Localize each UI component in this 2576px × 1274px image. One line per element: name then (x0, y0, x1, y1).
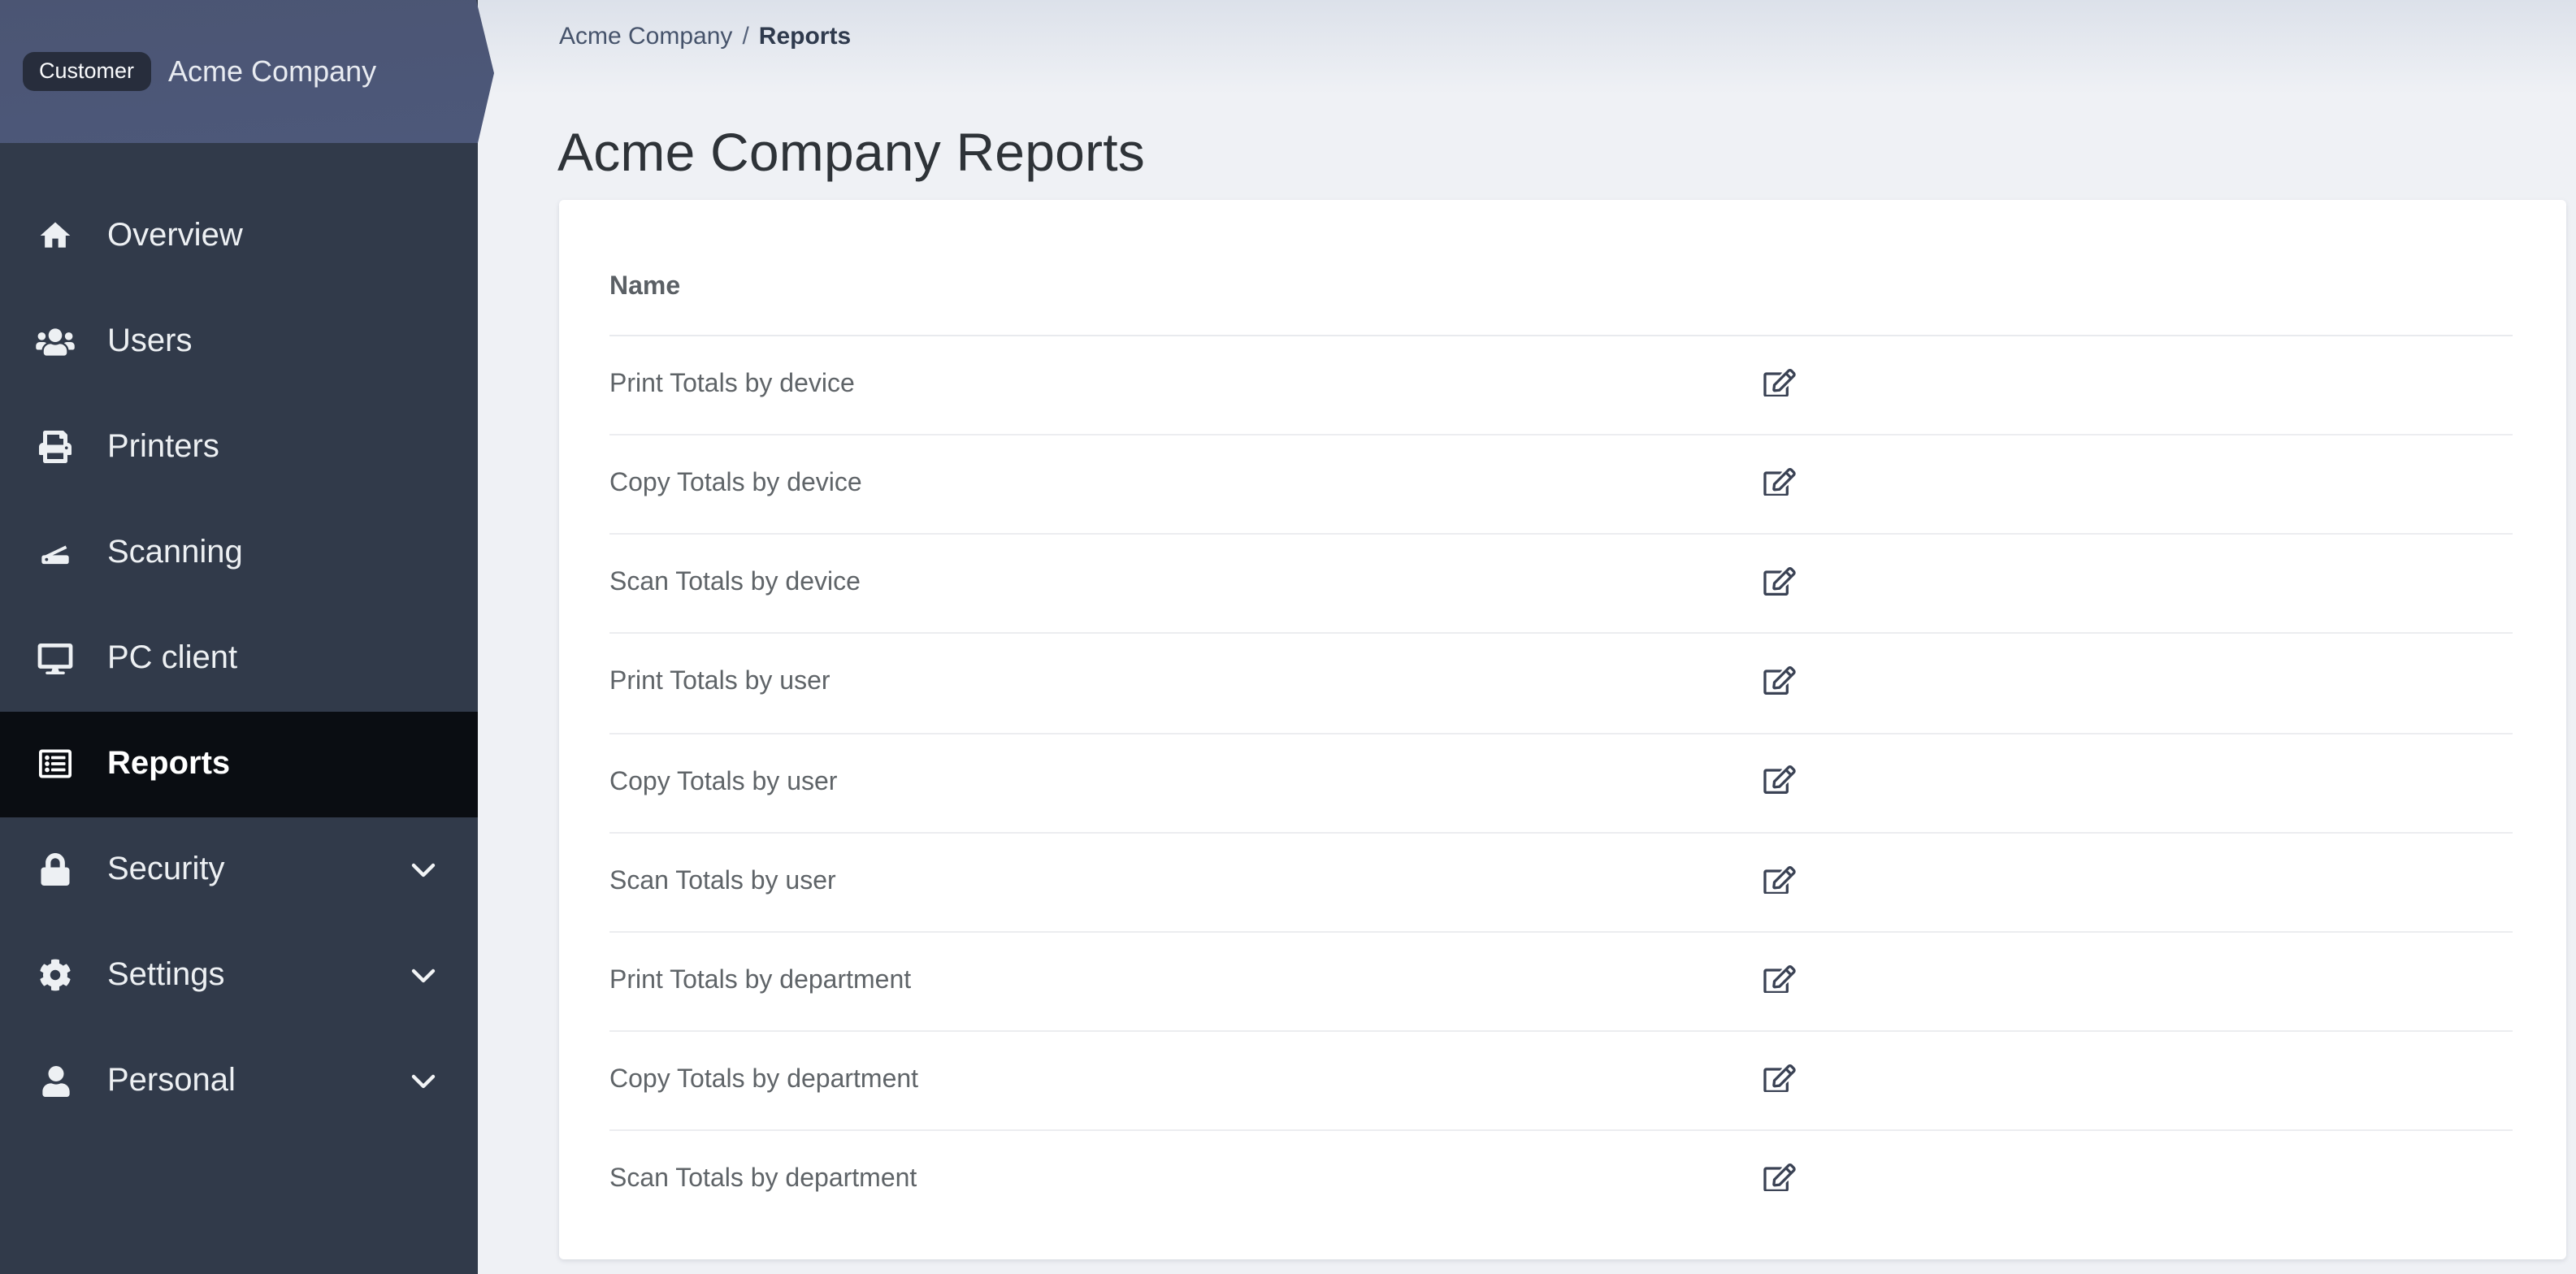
column-header-name: Name (609, 273, 681, 301)
company-name: Acme Company (168, 54, 377, 87)
breadcrumb-company-link[interactable]: Acme Company (559, 23, 732, 50)
chevron-down-icon (411, 862, 436, 877)
sidebar-nav: Overview Users Printers Scanning PC clie… (0, 183, 478, 1133)
edit-report-button[interactable] (1762, 567, 1796, 600)
row-actions (1762, 666, 2513, 700)
edit-report-button[interactable] (1762, 964, 1796, 998)
row-actions (1762, 1163, 2513, 1197)
table-row: Scan Totals by department (609, 1131, 2513, 1228)
user-icon (36, 1061, 75, 1100)
printer-icon (36, 427, 75, 466)
sidebar-item-label: Settings (107, 956, 225, 992)
sidebar-item-label: Scanning (107, 534, 243, 570)
edit-icon (1763, 467, 1795, 501)
row-actions (1762, 865, 2513, 899)
home-icon (36, 216, 75, 255)
customer-badge: Customer (23, 52, 151, 91)
breadcrumb: Acme Company / Reports (559, 21, 851, 52)
report-name: Scan Totals by user (609, 867, 836, 895)
breadcrumb-separator: / (742, 23, 749, 50)
table-row: Print Totals by user (609, 635, 2513, 734)
scanner-icon (36, 533, 75, 572)
reports-icon (36, 744, 75, 783)
lock-icon (36, 850, 75, 889)
users-icon (36, 322, 75, 361)
report-name: Print Totals by department (609, 966, 912, 994)
report-name: Print Totals by user (609, 668, 830, 696)
report-name: Copy Totals by user (609, 768, 838, 796)
edit-report-button[interactable] (1762, 1163, 1796, 1197)
main-content: Acme Company / Reports Acme Company Report… (478, 0, 2576, 1274)
row-actions (1762, 368, 2513, 402)
edit-report-button[interactable] (1762, 865, 1796, 899)
gear-icon (36, 956, 75, 994)
edit-icon (1763, 1163, 1795, 1197)
edit-report-button[interactable] (1762, 368, 1796, 402)
sidebar-item-label: Reports (107, 745, 231, 781)
sidebar-item-label: Users (107, 323, 193, 358)
table-row: Scan Totals by device (609, 535, 2513, 635)
sidebar-item-personal[interactable]: Personal (0, 1028, 478, 1133)
sidebar-item-label: Security (107, 851, 225, 886)
row-actions (1762, 1064, 2513, 1098)
edit-icon (1763, 567, 1795, 600)
sidebar-item-label: Overview (107, 217, 243, 253)
edit-icon (1763, 666, 1795, 700)
table-row: Print Totals by device (609, 336, 2513, 436)
report-name: Print Totals by device (609, 370, 855, 399)
desktop-icon (36, 639, 75, 678)
app-window: Overview Users Printers Scanning PC clie… (0, 0, 2576, 1274)
edit-icon (1763, 865, 1795, 899)
row-actions (1762, 467, 2513, 501)
edit-icon (1763, 1064, 1795, 1098)
edit-report-button[interactable] (1762, 1064, 1796, 1098)
row-actions (1762, 964, 2513, 998)
customer-header-band: Customer Acme Company (0, 0, 494, 143)
breadcrumb-current: Reports (758, 23, 852, 50)
edit-icon (1763, 368, 1795, 402)
edit-report-button[interactable] (1762, 765, 1796, 800)
sidebar: Overview Users Printers Scanning PC clie… (0, 0, 478, 1274)
sidebar-item-users[interactable]: Users (0, 288, 478, 394)
sidebar-item-label: Personal (107, 1062, 236, 1098)
sidebar-item-overview[interactable]: Overview (0, 183, 478, 288)
edit-icon (1763, 964, 1795, 998)
row-actions (1762, 567, 2513, 600)
sidebar-item-settings[interactable]: Settings (0, 922, 478, 1028)
chevron-down-icon (411, 968, 436, 982)
report-name: Scan Totals by device (609, 569, 861, 597)
table-row: Copy Totals by device (609, 436, 2513, 535)
report-name: Copy Totals by department (609, 1066, 919, 1094)
table-row: Scan Totals by user (609, 833, 2513, 933)
row-actions (1762, 765, 2513, 800)
edit-report-button[interactable] (1762, 666, 1796, 700)
table-row: Print Totals by department (609, 933, 2513, 1032)
sidebar-item-security[interactable]: Security (0, 817, 478, 922)
table-row: Copy Totals by user (609, 734, 2513, 834)
table-header-row: Name (609, 199, 2513, 336)
sidebar-item-label: PC client (107, 639, 238, 675)
reports-table: Name Print Totals by device Copy Totals … (609, 199, 2513, 1229)
chevron-down-icon (411, 1073, 436, 1088)
sidebar-item-label: Printers (107, 428, 219, 464)
edit-report-button[interactable] (1762, 467, 1796, 501)
sidebar-item-reports[interactable]: Reports (0, 711, 478, 817)
page-title: Acme Company Reports (557, 122, 1145, 183)
sidebar-item-pc-client[interactable]: PC client (0, 605, 478, 711)
table-row: Copy Totals by department (609, 1032, 2513, 1132)
report-name: Scan Totals by department (609, 1165, 917, 1194)
sidebar-item-printers[interactable]: Printers (0, 394, 478, 500)
edit-icon (1763, 765, 1795, 800)
sidebar-item-scanning[interactable]: Scanning (0, 500, 478, 605)
reports-card: Name Print Totals by device Copy Totals … (558, 199, 2566, 1259)
report-name: Copy Totals by device (609, 470, 862, 498)
